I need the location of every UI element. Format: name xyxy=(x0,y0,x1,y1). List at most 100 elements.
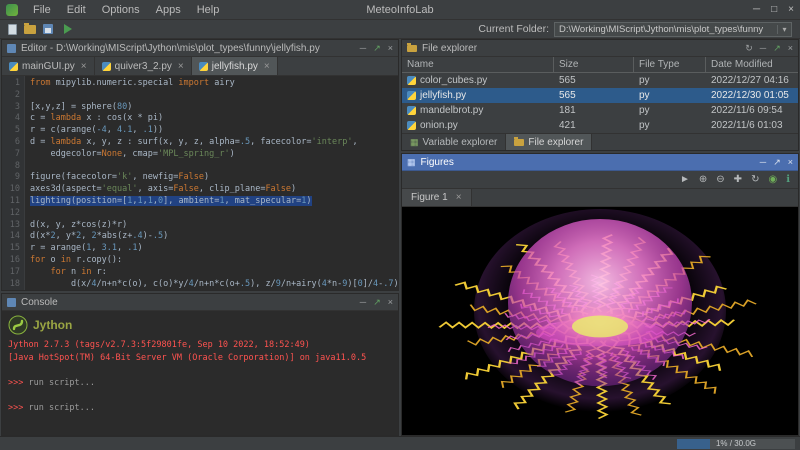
open-file-icon[interactable] xyxy=(24,22,36,34)
run-script-icon[interactable] xyxy=(64,24,72,34)
console-icon xyxy=(7,297,16,307)
zoom-in-icon[interactable]: ⊕ xyxy=(699,174,707,185)
console-line: >>> run script... xyxy=(8,377,96,388)
column-header-name[interactable]: Name xyxy=(402,57,554,72)
jellyfish-core xyxy=(572,315,628,338)
file-row[interactable]: jellyfish.py 565 py 2022/12/30 01:05 xyxy=(402,88,798,103)
current-folder-box: Current Folder: D:\Working\MIScript\Jyth… xyxy=(478,21,792,37)
line-number: 14 xyxy=(9,231,20,242)
line-number: 13 xyxy=(9,219,20,230)
status-bar: 1% / 30.0G xyxy=(0,436,800,450)
code-line: r = arange(1, 3.1, .1) xyxy=(30,243,143,254)
close-icon[interactable]: × xyxy=(81,61,87,72)
save-icon[interactable] xyxy=(43,24,53,34)
py-file-icon xyxy=(407,91,416,100)
jython-logo-text: Jython xyxy=(33,318,73,332)
menu-file[interactable]: File xyxy=(26,2,58,18)
tab-mainGUI[interactable]: mainGUI.py × xyxy=(2,57,95,75)
panel-float-icon[interactable]: ↗ xyxy=(373,43,381,54)
globe-icon[interactable]: ◉ xyxy=(768,174,777,185)
tab-jellyfish[interactable]: jellyfish.py × xyxy=(191,57,278,75)
info-icon[interactable]: ℹ xyxy=(786,174,790,185)
menu-apps[interactable]: Apps xyxy=(149,2,188,18)
panel-close-icon[interactable]: × xyxy=(788,157,793,168)
column-header-type[interactable]: File Type xyxy=(634,57,706,72)
zoom-out-icon[interactable]: ⊖ xyxy=(716,174,724,185)
py-file-icon xyxy=(198,61,208,71)
py-file-icon xyxy=(9,61,18,71)
pointer-icon[interactable]: ► xyxy=(680,174,690,185)
code-line: figure(facecolor='k', newfig=False) xyxy=(30,172,210,183)
line-number: 9 xyxy=(14,172,20,183)
line-number: 10 xyxy=(9,184,20,195)
panel-float-icon[interactable]: ↗ xyxy=(773,43,781,54)
code-line: from mipylib.numeric.special import airy xyxy=(30,78,235,88)
py-file-icon xyxy=(407,121,416,130)
pan-icon[interactable]: ✚ xyxy=(734,174,742,185)
maximize-button[interactable]: □ xyxy=(771,4,777,15)
tab-variable-explorer[interactable]: ▦ Variable explorer xyxy=(402,134,507,150)
file-explorer-title: File explorer xyxy=(422,42,478,54)
line-number: 18 xyxy=(9,278,20,289)
tab-figure-1[interactable]: Figure 1 × xyxy=(402,189,472,206)
panel-minimize-icon[interactable]: ─ xyxy=(760,43,766,54)
minimize-button[interactable]: ─ xyxy=(753,4,760,15)
panel-float-icon[interactable]: ↗ xyxy=(373,297,381,308)
tab-quiver3-2[interactable]: quiver3_2.py × xyxy=(95,57,192,75)
column-header-modified[interactable]: Date Modified xyxy=(706,57,798,72)
line-number: 7 xyxy=(14,148,20,159)
folder-icon xyxy=(407,42,417,52)
py-file-icon xyxy=(101,61,111,71)
close-icon[interactable]: × xyxy=(264,61,270,72)
menu-edit[interactable]: Edit xyxy=(60,2,93,18)
current-folder-combobox[interactable]: D:\Working\MIScript\Jython\mis\plot_type… xyxy=(554,21,792,37)
chart-icon: ▦ xyxy=(407,156,416,167)
panel-close-icon[interactable]: × xyxy=(388,43,393,54)
column-header-size[interactable]: Size xyxy=(554,57,634,72)
menu-help[interactable]: Help xyxy=(190,2,227,18)
editor-title: Editor - D:\Working\MIScript\Jython\mis\… xyxy=(21,42,320,54)
console-line: [Java HotSpot(TM) 64-Bit Server VM (Orac… xyxy=(8,352,367,363)
panel-minimize-icon[interactable]: ─ xyxy=(360,297,366,308)
editor-code[interactable]: from mipylib.numeric.special import airy… xyxy=(25,76,398,290)
rotate-icon[interactable]: ↻ xyxy=(751,174,759,185)
code-editor[interactable]: 1 2 3 4 5 6 7 8 9 10 11 12 13 14 15 16 17 18 from mipylib… xyxy=(2,76,398,290)
code-line: d(x, y, z*cos(z)*r) xyxy=(30,219,128,230)
editor-tab-strip: mainGUI.py × quiver3_2.py × jellyfish.py… xyxy=(2,57,398,76)
figures-header: ▦ Figures ─ ↗ × xyxy=(402,154,798,171)
tab-label: File explorer xyxy=(528,136,584,148)
jython-logo-icon xyxy=(8,315,28,335)
file-row[interactable]: onion.py 421 py 2022/11/6 01:03 xyxy=(402,118,798,133)
panel-float-icon[interactable]: ↗ xyxy=(773,157,781,168)
memory-indicator[interactable]: 1% / 30.0G xyxy=(677,438,795,449)
refresh-icon[interactable]: ↻ xyxy=(745,43,753,54)
close-button[interactable]: × xyxy=(788,4,794,15)
close-icon[interactable]: × xyxy=(178,61,184,72)
panel-close-icon[interactable]: × xyxy=(388,297,393,308)
file-row[interactable]: mandelbrot.py 181 py 2022/11/6 09:54 xyxy=(402,103,798,118)
code-line: r = c(arange(-4, 4.1, .1)) xyxy=(30,125,164,136)
line-number: 11 xyxy=(9,195,20,206)
new-file-icon[interactable] xyxy=(8,23,17,35)
current-folder-label: Current Folder: xyxy=(478,23,549,35)
line-number: 4 xyxy=(14,113,20,124)
chevron-down-icon[interactable]: ▾ xyxy=(777,24,791,34)
file-row[interactable]: color_cubes.py 565 py 2022/12/27 04:16 xyxy=(402,73,798,88)
folder-icon xyxy=(514,136,525,146)
menu-options[interactable]: Options xyxy=(95,2,147,18)
figures-title: Figures xyxy=(420,156,454,168)
close-icon[interactable]: × xyxy=(456,192,462,203)
tab-file-explorer[interactable]: File explorer xyxy=(506,134,593,150)
panel-minimize-icon[interactable]: ─ xyxy=(760,157,766,168)
code-line: d = lambda x, y, z : surf(x, y, z, alpha… xyxy=(30,136,358,147)
figure-canvas[interactable] xyxy=(402,207,798,435)
line-number: 5 xyxy=(14,125,20,136)
panel-close-icon[interactable]: × xyxy=(788,43,793,54)
console-line: >>> run script... xyxy=(8,402,96,413)
code-line: for o in r.copy(): xyxy=(30,254,123,265)
tab-label: Variable explorer xyxy=(422,136,498,148)
panel-minimize-icon[interactable]: ─ xyxy=(360,43,366,54)
editor-gutter: 1 2 3 4 5 6 7 8 9 10 11 12 13 14 15 16 17 18 xyxy=(2,76,25,290)
tab-label: jellyfish.py xyxy=(211,60,258,72)
code-line: [x,y,z] = sphere(80) xyxy=(30,101,133,112)
